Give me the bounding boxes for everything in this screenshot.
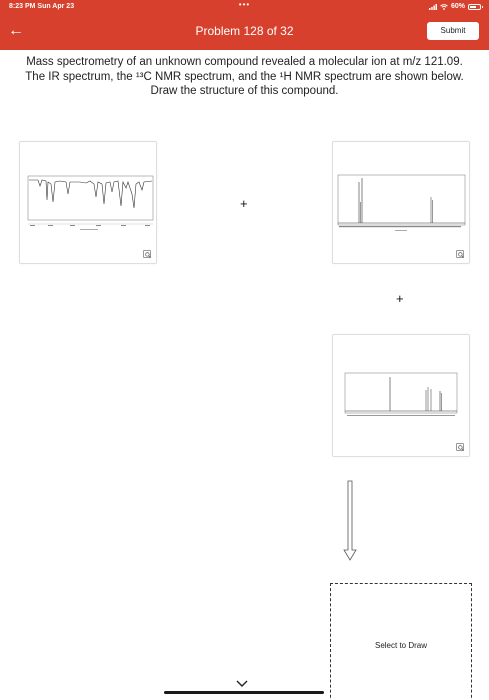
drawing-canvas[interactable]: Select to Draw: [330, 583, 472, 700]
problem-statement: Mass spectrometry of an unknown compound…: [10, 55, 479, 99]
status-bar: 8:23 PM Sun Apr 23 ••• 60%: [0, 0, 489, 14]
signal-icon: [428, 3, 437, 10]
c13-nmr-spectrum-card[interactable]: [332, 141, 470, 264]
status-right: 60%: [428, 3, 483, 10]
plus-sign-2: +: [396, 291, 404, 306]
h1-nmr-spectrum-card[interactable]: [332, 334, 470, 457]
battery-icon: [468, 3, 483, 10]
problem-line-3: Draw the structure of this compound.: [150, 85, 339, 97]
ir-zoom-button[interactable]: [143, 250, 151, 258]
ir-spectrum-image: [27, 175, 154, 230]
home-indicator[interactable]: [164, 691, 324, 694]
down-arrow-icon: [343, 480, 357, 561]
chevron-down-icon[interactable]: [236, 680, 248, 688]
h1-nmr-spectrum-image: [344, 372, 458, 416]
multitask-dots[interactable]: •••: [0, 0, 489, 9]
magnifier-icon: [145, 252, 151, 258]
select-to-draw-label: Select to Draw: [374, 641, 428, 650]
wifi-icon: [440, 3, 448, 10]
header-bar: ← Problem 128 of 32 Submit: [0, 14, 489, 50]
plus-sign-1: +: [240, 196, 248, 211]
page-title: Problem 128 of 32: [195, 24, 294, 38]
c13-nmr-spectrum-image: [337, 174, 466, 231]
battery-percent: 60%: [450, 3, 465, 10]
magnifier-icon: [458, 445, 464, 451]
problem-line-1: Mass spectrometry of an unknown compound…: [26, 56, 463, 68]
submit-button[interactable]: Submit: [427, 22, 479, 40]
magnifier-icon: [458, 252, 464, 258]
problem-line-2: The IR spectrum, the ¹³C NMR spectrum, a…: [25, 70, 464, 83]
h1-zoom-button[interactable]: [456, 443, 464, 451]
ir-spectrum-card[interactable]: [19, 141, 157, 264]
c13-zoom-button[interactable]: [456, 250, 464, 258]
